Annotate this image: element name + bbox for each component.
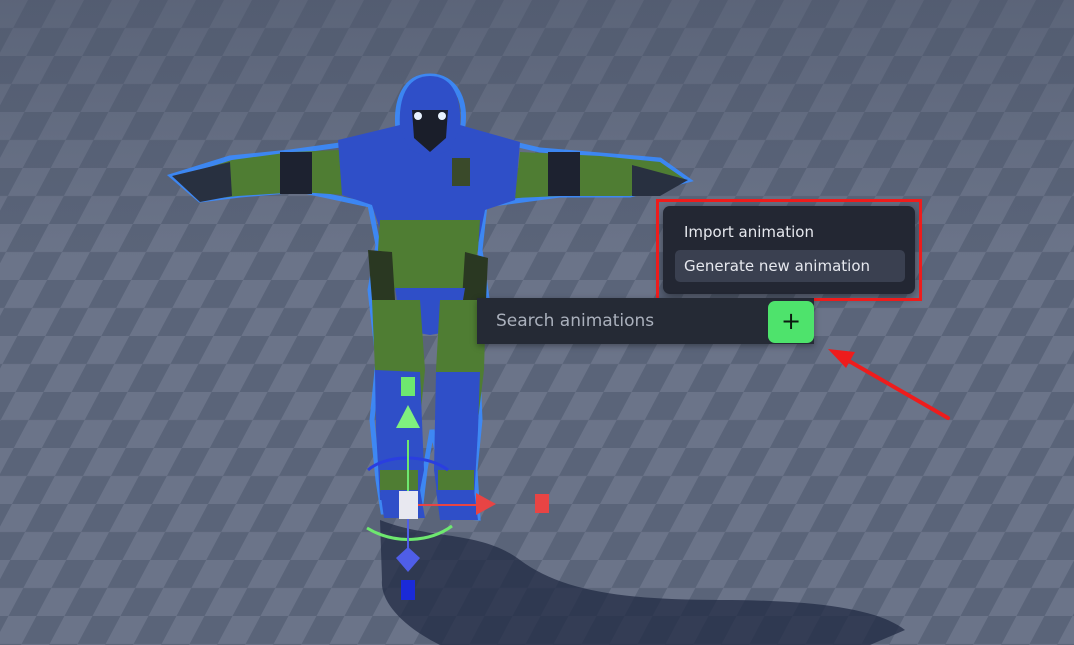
search-bar [477,298,814,344]
menu-item-import-animation[interactable]: Import animation [675,216,905,248]
search-input[interactable] [477,298,762,344]
menu-item-generate-new-animation[interactable]: Generate new animation [675,250,905,282]
add-animation-button[interactable]: + [768,301,814,343]
add-animation-menu: Import animation Generate new animation [663,206,915,294]
plus-icon: + [780,307,802,335]
